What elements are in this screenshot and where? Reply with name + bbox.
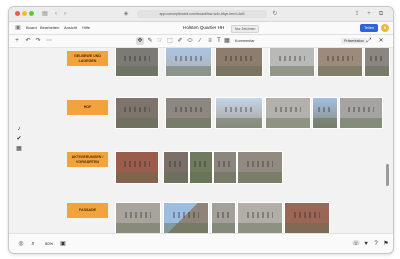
photo-tile[interactable] bbox=[213, 151, 237, 184]
marker-tool-icon[interactable]: ✐ bbox=[176, 37, 184, 45]
check-icon[interactable]: ✔ bbox=[15, 135, 23, 143]
zoom-icon[interactable]: ⌕ bbox=[29, 240, 37, 248]
forward-icon[interactable]: › bbox=[62, 9, 68, 19]
fullscreen-icon[interactable]: ⤢ bbox=[365, 37, 373, 45]
comment-tool[interactable]: Kommentar bbox=[235, 38, 255, 44]
photo-tile[interactable] bbox=[265, 97, 311, 129]
avatar[interactable]: K bbox=[381, 24, 389, 32]
sticky-tool-icon[interactable]: ▦ bbox=[223, 37, 231, 45]
presentation-button[interactable]: Präsentation bbox=[341, 38, 368, 44]
photo-tile[interactable] bbox=[215, 48, 263, 77]
hand-icon[interactable]: ▣ bbox=[59, 240, 67, 248]
photo-tile[interactable] bbox=[237, 151, 283, 184]
frame-tool-icon[interactable]: ⬚ bbox=[166, 37, 174, 45]
photo-tile[interactable] bbox=[312, 97, 338, 129]
ellipse-tool-icon[interactable]: ⬭ bbox=[186, 37, 194, 45]
pen-tool-icon[interactable]: ✎ bbox=[146, 37, 154, 45]
close-window-button[interactable] bbox=[15, 11, 20, 16]
menu-bearbeiten[interactable]: Bearbeiten bbox=[40, 25, 59, 31]
photo-tile[interactable] bbox=[163, 202, 209, 233]
app-menubar: ▣ Board Bearbeiten Ansicht Hilfe Holsten… bbox=[9, 22, 393, 35]
list-tool-icon[interactable]: ≡ bbox=[206, 37, 214, 45]
board-canvas[interactable]: GELBEWE UND LAGEGEN HOF AKTIVIERUNGEN / … bbox=[9, 48, 393, 233]
menu-ansicht[interactable]: Ansicht bbox=[64, 25, 77, 31]
photo-tile[interactable] bbox=[165, 97, 212, 129]
board-title[interactable]: Holsten Quartier HH bbox=[183, 25, 224, 31]
refresh-icon[interactable]: ↻ bbox=[271, 9, 279, 19]
photo-tile[interactable] bbox=[115, 202, 161, 233]
sidebar-icon[interactable]: ▤ bbox=[41, 9, 49, 19]
maximize-window-button[interactable] bbox=[29, 11, 34, 16]
close-icon[interactable]: ✕ bbox=[377, 37, 385, 45]
tabs-icon[interactable]: ⧉ bbox=[377, 9, 385, 19]
url-bar[interactable]: app.conceptboard.com/board/lsw-w4v-kfqe-… bbox=[137, 10, 267, 18]
browser-titlebar: ▤ ‹ › ◈ app.conceptboard.com/board/lsw-w… bbox=[9, 7, 393, 22]
photo-tile[interactable] bbox=[211, 202, 236, 233]
select-tool-icon[interactable]: ✥ bbox=[136, 37, 144, 45]
photo-tile[interactable] bbox=[115, 97, 159, 129]
vertical-scrollbar[interactable] bbox=[386, 164, 389, 186]
section-label-2[interactable]: HOF bbox=[67, 100, 108, 115]
more-icon[interactable]: ⋯ bbox=[45, 37, 53, 45]
browser-window: ▤ ‹ › ◈ app.conceptboard.com/board/lsw-w… bbox=[8, 6, 394, 254]
bell-icon[interactable]: ♪ bbox=[15, 125, 23, 133]
add-icon[interactable]: + bbox=[13, 37, 21, 45]
drawing-toolbar: + ↶ ↷ ⋯ ✥ ✎ ☞ ⬚ ✐ ⬭ ∕ ≡ T ▦ Kommentar Pr… bbox=[9, 35, 393, 48]
photo-tile[interactable] bbox=[189, 151, 213, 184]
section-label-3[interactable]: AKTIVIERUNGEN / VORGÄRTEN bbox=[67, 152, 108, 167]
pin-icon[interactable]: ♥ bbox=[362, 240, 370, 248]
menu-hilfe[interactable]: Hilfe bbox=[82, 25, 90, 31]
line-tool-icon[interactable]: ∕ bbox=[196, 37, 204, 45]
menu-board[interactable]: Board bbox=[26, 25, 37, 31]
section-label-1[interactable]: GELBEWE UND LAGEGEN bbox=[67, 51, 108, 66]
side-toolbar: ♪ ✔ ▦ bbox=[15, 125, 23, 155]
photo-tile[interactable] bbox=[165, 48, 212, 77]
bottom-bar: ◎ ⌕ 50% ▣ ☏ ♥ ? ⚑ bbox=[9, 233, 393, 253]
share-button[interactable]: Teilen bbox=[360, 24, 378, 32]
photo-tile[interactable] bbox=[339, 97, 383, 129]
back-icon[interactable]: ‹ bbox=[53, 9, 59, 19]
photo-tile[interactable] bbox=[237, 202, 283, 233]
grid-icon[interactable]: ▦ bbox=[15, 145, 23, 153]
flag-icon[interactable]: ⚑ bbox=[382, 240, 390, 248]
new-tab-icon[interactable]: + bbox=[365, 9, 373, 19]
board-mode-badge: Nur Zeichnen bbox=[231, 25, 260, 33]
photo-tile[interactable] bbox=[115, 48, 159, 77]
share-icon[interactable]: ⇪ bbox=[353, 9, 361, 19]
photo-tile[interactable] bbox=[115, 151, 159, 184]
photo-tile[interactable] bbox=[163, 151, 189, 184]
photo-tile[interactable] bbox=[364, 48, 390, 77]
text-tool-icon[interactable]: T bbox=[215, 37, 223, 45]
undo-icon[interactable]: ↶ bbox=[24, 37, 32, 45]
app-logo-icon[interactable]: ▣ bbox=[14, 23, 22, 33]
photo-tile[interactable] bbox=[215, 97, 263, 129]
photo-tile[interactable] bbox=[269, 48, 315, 77]
zoom-level[interactable]: 50% bbox=[45, 241, 53, 247]
phone-icon[interactable]: ☏ bbox=[352, 240, 360, 248]
redo-icon[interactable]: ↷ bbox=[34, 37, 42, 45]
pointer-tool-icon[interactable]: ☞ bbox=[156, 37, 164, 45]
help-icon[interactable]: ? bbox=[372, 240, 380, 248]
photo-tile[interactable] bbox=[284, 202, 330, 233]
section-label-4[interactable]: FASSADE bbox=[67, 203, 108, 218]
photo-tile[interactable] bbox=[317, 48, 363, 77]
minimize-window-button[interactable] bbox=[22, 11, 27, 16]
shield-icon[interactable]: ◈ bbox=[122, 9, 130, 19]
target-icon[interactable]: ◎ bbox=[17, 240, 25, 248]
